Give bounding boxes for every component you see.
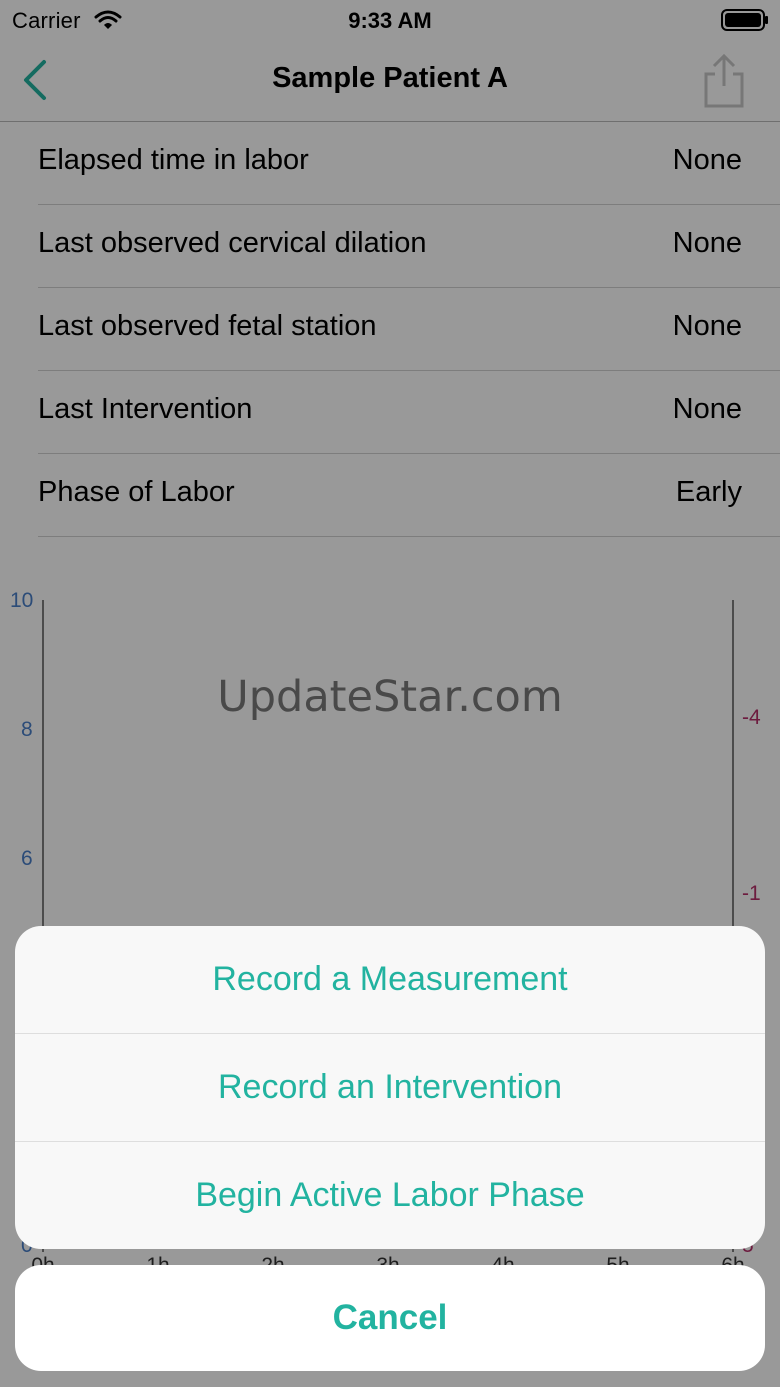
record-intervention-button[interactable]: Record an Intervention	[15, 1034, 765, 1142]
action-sheet: Record a Measurement Record an Intervent…	[15, 926, 765, 1249]
begin-active-labor-button[interactable]: Begin Active Labor Phase	[15, 1142, 765, 1249]
record-measurement-button[interactable]: Record a Measurement	[15, 926, 765, 1034]
cancel-button[interactable]: Cancel	[15, 1265, 765, 1371]
